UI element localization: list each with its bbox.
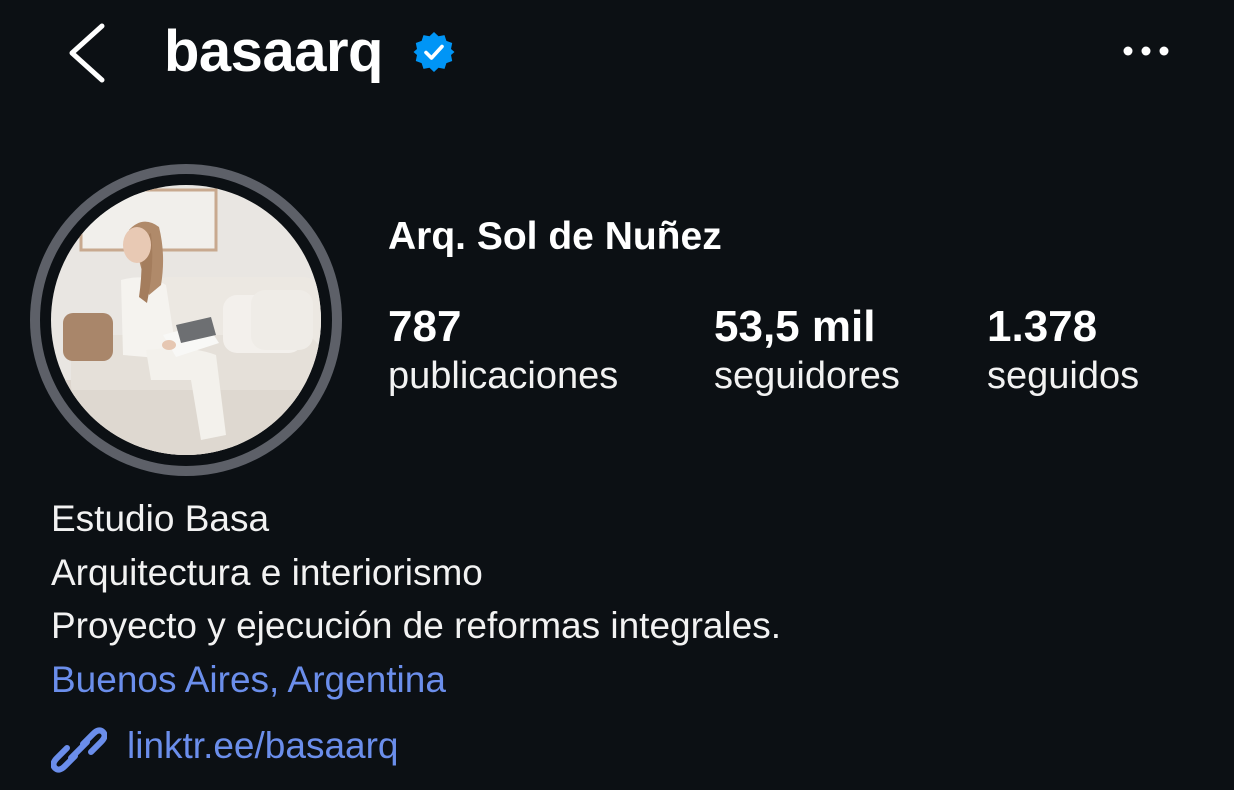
stat-posts[interactable]: 787 publicaciones bbox=[388, 300, 618, 401]
stat-following-value: 1.378 bbox=[987, 302, 1098, 351]
stat-followers-label: seguidores bbox=[714, 355, 900, 397]
bio-line: Proyecto y ejecución de reformas integra… bbox=[51, 605, 782, 646]
stat-followers[interactable]: 53,5 mil seguidores bbox=[714, 300, 900, 401]
location-link[interactable]: Buenos Aires, Argentina bbox=[51, 653, 781, 707]
profile-display-name: Arq. Sol de Nuñez bbox=[388, 215, 722, 258]
bio-line: Arquitectura e interiorismo bbox=[51, 551, 483, 593]
website-link-text: linktr.ee/basaarq bbox=[127, 725, 399, 766]
avatar[interactable] bbox=[51, 185, 321, 455]
profile-username: basaarq bbox=[164, 19, 383, 84]
bio-line: Estudio Basa bbox=[51, 498, 270, 539]
link-icon bbox=[51, 727, 107, 773]
stat-posts-label: publicaciones bbox=[388, 355, 619, 397]
stat-posts-value: 787 bbox=[388, 302, 462, 351]
chevron-left-icon bbox=[69, 23, 105, 83]
profile-page: basaarq Arq. Sol de Nuñez 787 publicacio… bbox=[0, 0, 1234, 790]
story-ring[interactable] bbox=[30, 164, 342, 476]
more-options-button[interactable] bbox=[1118, 36, 1178, 66]
stat-following-label: seguidos bbox=[987, 355, 1140, 397]
more-horizontal-icon bbox=[1123, 46, 1169, 56]
back-button[interactable] bbox=[62, 20, 118, 86]
stat-followers-value: 53,5 mil bbox=[714, 302, 876, 351]
verified-badge-icon bbox=[413, 32, 455, 72]
profile-bio: Estudio Basa Arquitectura e interiorismo… bbox=[51, 492, 781, 706]
profile-photo bbox=[51, 185, 321, 455]
stat-following[interactable]: 1.378 seguidos bbox=[987, 300, 1139, 401]
